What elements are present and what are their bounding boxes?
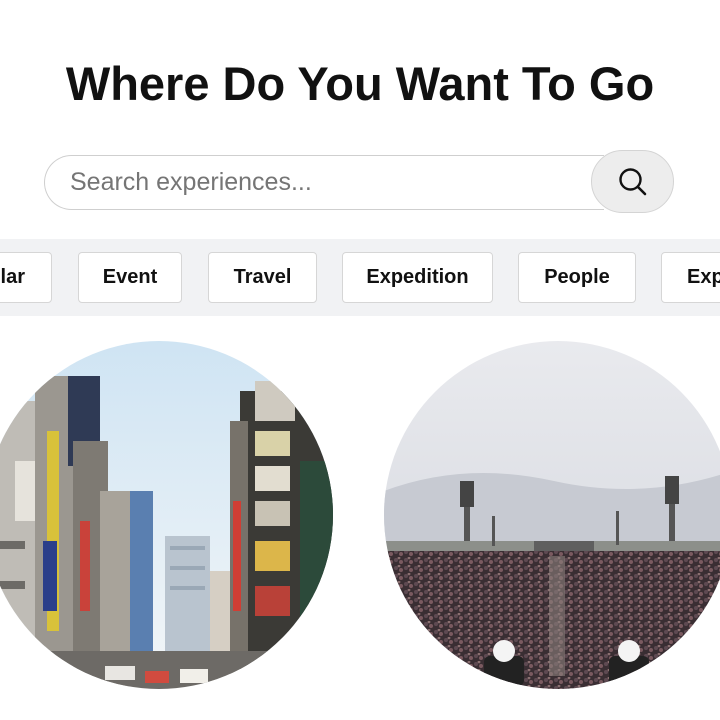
page: Where Do You Want To Go ular Event Trave… [0, 0, 720, 720]
search-button[interactable] [591, 150, 674, 213]
experience-card-city-image[interactable] [0, 341, 333, 689]
search-bar [44, 150, 674, 213]
search-icon [618, 167, 646, 195]
page-title: Where Do You Want To Go [65, 57, 655, 110]
category-chip-label: Exp [687, 266, 720, 288]
category-chip-popular[interactable]: ular [0, 252, 52, 303]
category-chip-travel[interactable]: Travel [208, 252, 317, 303]
category-chip-expedition[interactable]: Expedition [342, 252, 493, 303]
category-chip-event[interactable]: Event [78, 252, 182, 303]
category-chip-people[interactable]: People [518, 252, 636, 303]
category-chip-label: Travel [233, 266, 292, 288]
category-chip-label: Expedition [366, 266, 469, 288]
category-chip-label: ular [0, 266, 25, 288]
search-input[interactable] [44, 155, 604, 210]
category-chip-label: People [544, 266, 610, 288]
category-chip-label: Event [102, 266, 158, 288]
experience-card-concert-image[interactable] [384, 341, 720, 689]
category-chips-bar[interactable]: ular Event Travel Expedition People Exp [0, 239, 720, 316]
category-chip-experience[interactable]: Exp [661, 252, 720, 303]
